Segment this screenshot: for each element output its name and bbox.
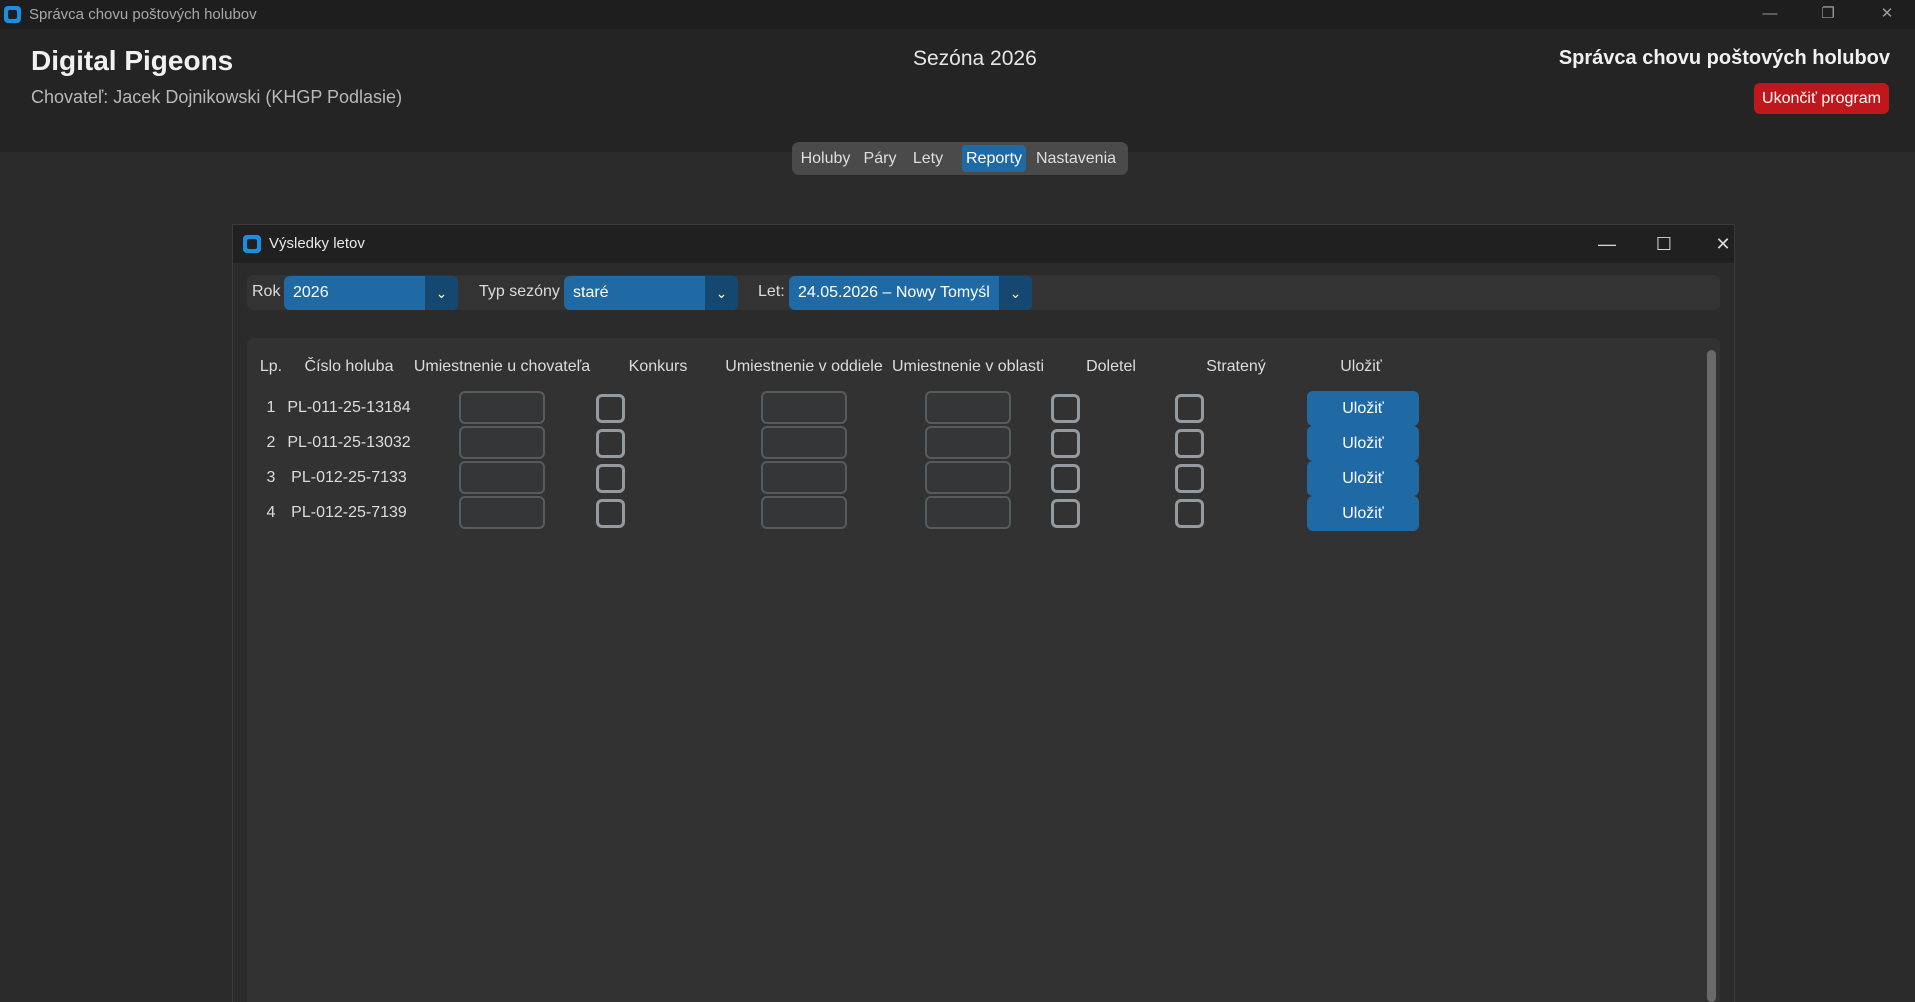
tab-reporty[interactable]: Reporty bbox=[962, 145, 1026, 172]
column-header-section-place: Umiestnenie v oddiele bbox=[725, 358, 883, 375]
save-row-button[interactable]: Uložiť bbox=[1307, 391, 1419, 426]
season-type-value: staré bbox=[573, 284, 609, 301]
breeder-label: Chovateľ: Jacek Dojnikowski (KHGP Podlas… bbox=[31, 87, 403, 107]
tab-nastavenia[interactable]: Nastavenia bbox=[1027, 145, 1125, 172]
table-row: 4 PL-012-25-7139 Uložiť bbox=[247, 495, 1447, 531]
konkurs-checkbox[interactable] bbox=[596, 429, 625, 458]
region-place-input[interactable] bbox=[925, 461, 1011, 494]
window-logo-icon bbox=[243, 235, 261, 253]
quit-program-button[interactable]: Ukončiť program bbox=[1754, 83, 1889, 114]
ring-number: PL-011-25-13184 bbox=[287, 399, 411, 416]
restore-window-button[interactable]: ❐ bbox=[1804, 2, 1852, 26]
year-combobox[interactable]: 2026 ⌄ bbox=[284, 276, 458, 310]
doletel-checkbox[interactable] bbox=[1051, 394, 1080, 423]
strateny-checkbox[interactable] bbox=[1175, 499, 1204, 528]
close-window-button[interactable]: ✕ bbox=[1863, 2, 1911, 26]
table-row: 1 PL-011-25-13184 Uložiť bbox=[247, 390, 1447, 426]
row-number: 2 bbox=[266, 434, 276, 451]
ring-number: PL-012-25-7139 bbox=[291, 504, 407, 521]
child-close-button[interactable]: ✕ bbox=[1703, 231, 1743, 257]
breeder-place-input[interactable] bbox=[459, 461, 545, 494]
chevron-down-icon[interactable]: ⌄ bbox=[999, 276, 1032, 310]
save-row-button[interactable]: Uložiť bbox=[1307, 426, 1419, 461]
region-place-input[interactable] bbox=[925, 426, 1011, 459]
ring-number: PL-011-25-13032 bbox=[287, 434, 411, 451]
strateny-checkbox[interactable] bbox=[1175, 464, 1204, 493]
section-place-input[interactable] bbox=[761, 461, 847, 494]
child-maximize-button[interactable]: ☐ bbox=[1644, 231, 1684, 257]
row-number: 4 bbox=[266, 504, 276, 521]
flight-value: 24.05.2026 – Nowy Tomyśl bbox=[798, 284, 990, 301]
table-scrollbar[interactable] bbox=[1707, 350, 1716, 1002]
column-header-doletel: Doletel bbox=[1086, 358, 1136, 375]
flight-results-window: Výsledky letov — ☐ ✕ Rok 2026 ⌄ Typ sezó… bbox=[232, 224, 1735, 1002]
konkurs-checkbox[interactable] bbox=[596, 394, 625, 423]
flight-label: Let: bbox=[758, 283, 785, 300]
app-logo-icon bbox=[4, 6, 21, 23]
breeder-place-input[interactable] bbox=[459, 426, 545, 459]
breeder-place-input[interactable] bbox=[459, 391, 545, 424]
strateny-checkbox[interactable] bbox=[1175, 394, 1204, 423]
year-value: 2026 bbox=[293, 284, 329, 301]
strateny-checkbox[interactable] bbox=[1175, 429, 1204, 458]
app-window-title: Správca chovu poštových holubov bbox=[29, 6, 257, 23]
chevron-down-icon[interactable]: ⌄ bbox=[425, 276, 458, 310]
app-header: Digital Pigeons Chovateľ: Jacek Dojnikow… bbox=[0, 29, 1915, 152]
column-header-lp: Lp. bbox=[259, 358, 283, 375]
ring-number: PL-012-25-7133 bbox=[291, 469, 407, 486]
minimize-window-button[interactable]: — bbox=[1746, 2, 1794, 26]
tab-pary[interactable]: Páry bbox=[856, 145, 904, 172]
konkurs-checkbox[interactable] bbox=[596, 464, 625, 493]
row-number: 3 bbox=[266, 469, 276, 486]
column-header-ring: Číslo holuba bbox=[304, 358, 394, 375]
column-header-breeder-place: Umiestnenie u chovateľa bbox=[413, 358, 591, 375]
season-label: Sezóna 2026 bbox=[913, 47, 1037, 70]
row-number: 1 bbox=[266, 399, 276, 416]
child-window-title: Výsledky letov bbox=[269, 235, 365, 252]
konkurs-checkbox[interactable] bbox=[596, 499, 625, 528]
doletel-checkbox[interactable] bbox=[1051, 464, 1080, 493]
section-place-input[interactable] bbox=[761, 391, 847, 424]
table-row: 3 PL-012-25-7133 Uložiť bbox=[247, 460, 1447, 496]
section-place-input[interactable] bbox=[761, 496, 847, 529]
column-header-strateny: Stratený bbox=[1206, 358, 1266, 375]
child-minimize-button[interactable]: — bbox=[1587, 231, 1627, 257]
doletel-checkbox[interactable] bbox=[1051, 499, 1080, 528]
brand-title: Digital Pigeons bbox=[31, 45, 234, 76]
column-header-konkurs: Konkurs bbox=[628, 358, 688, 375]
table-row: 2 PL-011-25-13032 Uložiť bbox=[247, 425, 1447, 461]
filter-bar: Rok 2026 ⌄ Typ sezóny staré ⌄ Let: 24.05… bbox=[247, 275, 1720, 310]
main-nav: Holuby Páry Lety Reporty Nastavenia bbox=[792, 142, 1128, 175]
season-type-label: Typ sezóny bbox=[479, 283, 560, 300]
app-titlebar: Správca chovu poštových holubov — ❐ ✕ bbox=[0, 0, 1915, 29]
save-row-button[interactable]: Uložiť bbox=[1307, 496, 1419, 531]
breeder-place-input[interactable] bbox=[459, 496, 545, 529]
save-row-button[interactable]: Uložiť bbox=[1307, 461, 1419, 496]
doletel-checkbox[interactable] bbox=[1051, 429, 1080, 458]
tab-lety[interactable]: Lety bbox=[905, 145, 951, 172]
region-place-input[interactable] bbox=[925, 496, 1011, 529]
section-place-input[interactable] bbox=[761, 426, 847, 459]
flight-combobox[interactable]: 24.05.2026 – Nowy Tomyśl ⌄ bbox=[789, 276, 1032, 310]
year-label: Rok bbox=[252, 283, 281, 300]
season-type-combobox[interactable]: staré ⌄ bbox=[564, 276, 738, 310]
column-header-region-place: Umiestnenie v oblasti bbox=[891, 358, 1045, 375]
child-titlebar: Výsledky letov — ☐ ✕ bbox=[233, 225, 1734, 263]
column-header-save: Uložiť bbox=[1340, 358, 1382, 375]
tab-holuby[interactable]: Holuby bbox=[796, 145, 855, 172]
app-name-label: Správca chovu poštových holubov bbox=[1558, 47, 1890, 69]
results-table: Lp. Číslo holuba Umiestnenie u chovateľa… bbox=[247, 338, 1720, 1002]
region-place-input[interactable] bbox=[925, 391, 1011, 424]
chevron-down-icon[interactable]: ⌄ bbox=[705, 276, 738, 310]
